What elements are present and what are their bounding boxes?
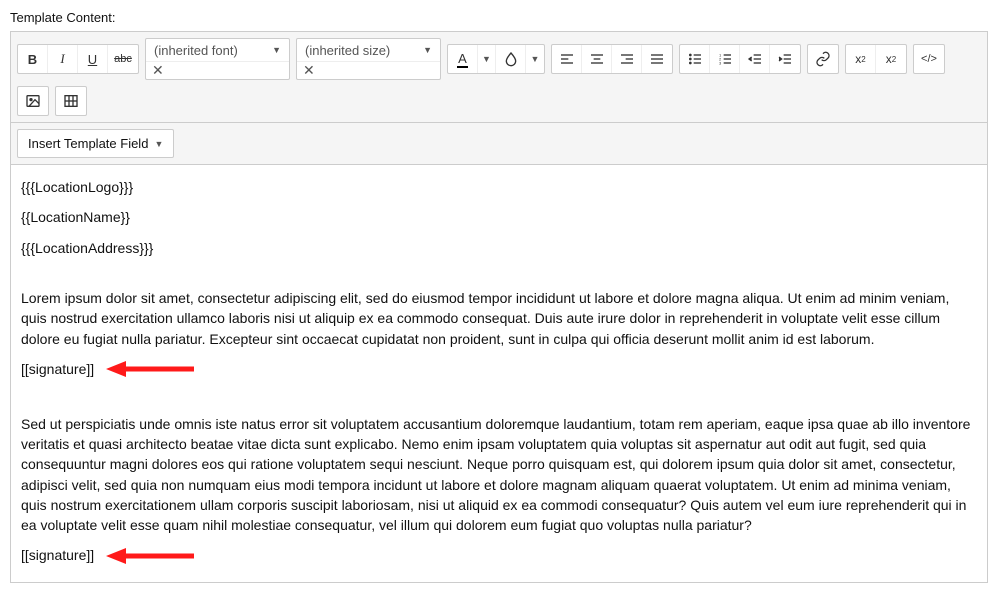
- toolbar: B I U abc (inherited font) ▼ ✕ (inherite…: [11, 32, 987, 123]
- template-paragraph: Sed ut perspiciatis unde omnis iste natu…: [21, 414, 977, 536]
- bg-color-button[interactable]: [496, 45, 526, 73]
- font-family-select[interactable]: (inherited font) ▼ ✕: [145, 38, 290, 80]
- link-group: [807, 44, 839, 74]
- bg-color-dropdown[interactable]: ▼: [526, 45, 544, 73]
- font-color-button[interactable]: A: [448, 45, 478, 73]
- ordered-list-button[interactable]: 123: [710, 45, 740, 73]
- clear-size-button[interactable]: ✕: [297, 61, 440, 79]
- editor-content[interactable]: {{{LocationLogo}}} {{LocationName}} {{{L…: [11, 165, 987, 582]
- code-view-group: </>: [913, 44, 945, 74]
- svg-text:3: 3: [719, 60, 722, 65]
- font-family-value: (inherited font): [154, 43, 238, 58]
- droplet-icon: [503, 51, 519, 67]
- font-size-value: (inherited size): [305, 43, 390, 58]
- image-group: [17, 86, 49, 116]
- subscript-button[interactable]: x2: [846, 45, 876, 73]
- table-icon: [63, 93, 79, 109]
- template-tag-location-address: {{{LocationAddress}}}: [21, 238, 977, 258]
- link-button[interactable]: [808, 45, 838, 73]
- script-group: x2 x2: [845, 44, 907, 74]
- text-style-group: B I U abc: [17, 44, 139, 74]
- align-left-button[interactable]: [552, 45, 582, 73]
- align-justify-button[interactable]: [642, 45, 672, 73]
- align-right-button[interactable]: [612, 45, 642, 73]
- italic-button[interactable]: I: [48, 45, 78, 73]
- signature-placeholder: [[signature]]: [21, 359, 94, 379]
- font-size-select[interactable]: (inherited size) ▼ ✕: [296, 38, 441, 80]
- annotation-arrow-icon: [106, 546, 196, 566]
- insert-image-button[interactable]: [18, 87, 48, 115]
- clear-font-button[interactable]: ✕: [146, 61, 289, 79]
- annotation-arrow-icon: [106, 359, 196, 379]
- outdent-button[interactable]: [740, 45, 770, 73]
- code-view-button[interactable]: </>: [914, 45, 944, 73]
- unordered-list-button[interactable]: [680, 45, 710, 73]
- link-icon: [815, 51, 831, 67]
- chevron-down-icon: ▼: [154, 139, 163, 149]
- signature-placeholder: [[signature]]: [21, 545, 94, 565]
- insert-template-field-button[interactable]: Insert Template Field ▼: [17, 129, 174, 158]
- image-icon: [25, 93, 41, 109]
- strikethrough-button[interactable]: abc: [108, 45, 138, 73]
- indent-button[interactable]: [770, 45, 800, 73]
- superscript-button[interactable]: x2: [876, 45, 906, 73]
- template-paragraph: Lorem ipsum dolor sit amet, consectetur …: [21, 288, 977, 349]
- bold-button[interactable]: B: [18, 45, 48, 73]
- insert-table-button[interactable]: [56, 87, 86, 115]
- underline-button[interactable]: U: [78, 45, 108, 73]
- chevron-down-icon: ▼: [423, 45, 432, 55]
- toolbar-secondary: Insert Template Field ▼: [11, 123, 987, 165]
- template-tag-location-logo: {{{LocationLogo}}}: [21, 177, 977, 197]
- insert-template-field-label: Insert Template Field: [28, 136, 148, 151]
- chevron-down-icon: ▼: [272, 45, 281, 55]
- align-center-button[interactable]: [582, 45, 612, 73]
- table-group: [55, 86, 87, 116]
- list-indent-group: 123: [679, 44, 801, 74]
- editor-label: Template Content:: [10, 10, 988, 25]
- template-tag-location-name: {{LocationName}}: [21, 207, 977, 227]
- align-group: [551, 44, 673, 74]
- font-color-dropdown[interactable]: ▼: [478, 45, 496, 73]
- color-group: A ▼ ▼: [447, 44, 545, 74]
- editor-container: B I U abc (inherited font) ▼ ✕ (inherite…: [10, 31, 988, 583]
